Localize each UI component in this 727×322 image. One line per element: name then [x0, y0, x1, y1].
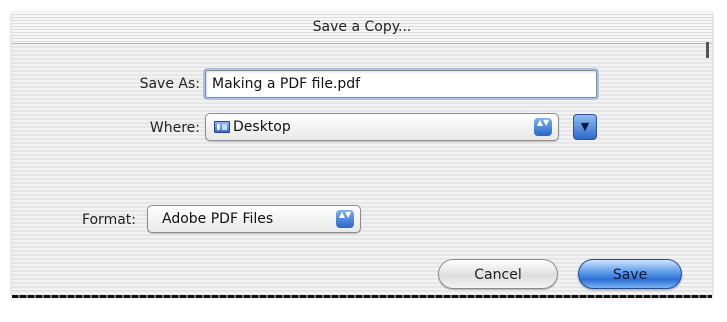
format-popup[interactable]: Adobe PDF Files ▲▼: [147, 205, 361, 233]
where-popup-value: Desktop: [233, 119, 291, 135]
dialog-bottom-edge: [12, 295, 712, 298]
folder-icon: [214, 121, 230, 133]
title-bar[interactable]: Save a Copy...: [12, 12, 712, 44]
save-dialog: Save a Copy... Save As: Where: Desktop ▲…: [12, 12, 712, 298]
dialog-title: Save a Copy...: [312, 19, 412, 35]
expand-disclosure-button[interactable]: ▼: [573, 114, 597, 140]
save-as-input[interactable]: [205, 70, 597, 98]
where-popup[interactable]: Desktop ▲▼: [205, 113, 559, 141]
format-label: Format:: [81, 212, 136, 228]
save-as-label: Save As:: [139, 76, 200, 92]
popup-arrows-icon: ▲▼: [336, 210, 354, 228]
cancel-button[interactable]: Cancel: [438, 259, 558, 289]
window-edge-notch: [706, 42, 709, 58]
save-button[interactable]: Save: [578, 259, 682, 289]
format-popup-value: Adobe PDF Files: [162, 211, 274, 227]
popup-arrows-icon: ▲▼: [534, 118, 552, 136]
where-label: Where:: [149, 120, 200, 136]
